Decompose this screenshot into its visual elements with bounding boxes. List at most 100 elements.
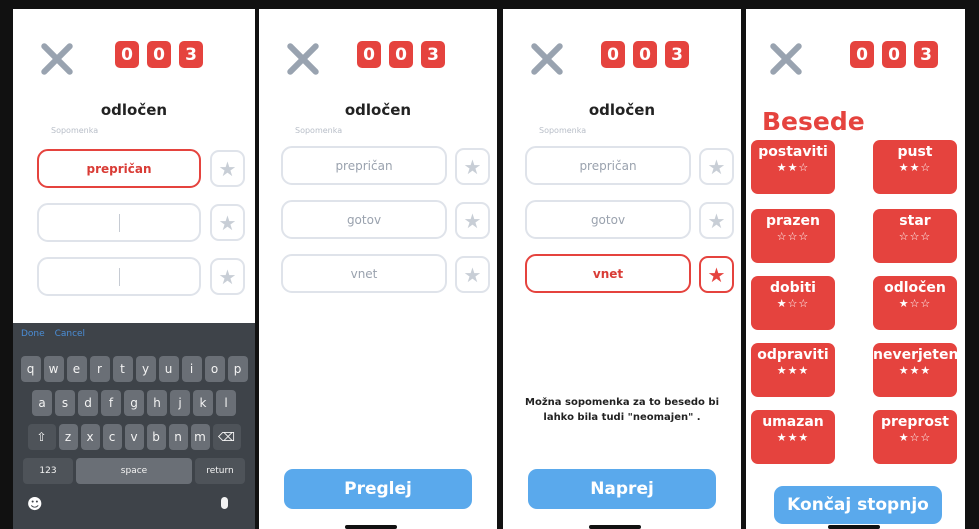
close-icon[interactable] <box>39 41 75 77</box>
word-card[interactable]: umazan ★★★ <box>751 410 835 464</box>
answer-field[interactable] <box>37 203 201 242</box>
key[interactable]: i <box>181 356 202 382</box>
star-rating: ★★★ <box>898 364 932 377</box>
card-word: preprost <box>881 414 949 430</box>
key[interactable]: p <box>227 356 248 382</box>
screen-answers-filled: 0 0 3 odločen Sopomenka prepričan ★ goto… <box>259 9 497 529</box>
score-digit: 0 <box>850 41 874 68</box>
key[interactable]: v <box>124 424 144 450</box>
key[interactable]: u <box>158 356 179 382</box>
key[interactable]: h <box>147 390 167 416</box>
key[interactable]: a <box>32 390 52 416</box>
answer-field[interactable]: vnet <box>281 254 447 293</box>
star-rating: ★☆☆ <box>898 431 932 444</box>
key[interactable]: e <box>66 356 87 382</box>
word-card[interactable]: pust ★★☆ <box>873 140 957 194</box>
done-button[interactable]: Done <box>21 329 45 339</box>
key[interactable]: f <box>101 390 121 416</box>
return-key[interactable]: return <box>195 458 245 484</box>
answer-field[interactable]: gotov <box>281 200 447 239</box>
word-card[interactable]: neverjeten ★★★ <box>873 343 958 397</box>
card-word: dobiti <box>770 280 816 296</box>
key[interactable]: j <box>170 390 190 416</box>
word-card[interactable]: star ☆☆☆ <box>873 209 957 263</box>
star-icon[interactable]: ★ <box>210 150 245 187</box>
close-icon[interactable] <box>529 41 565 77</box>
star-icon[interactable]: ★ <box>699 202 734 239</box>
star-icon[interactable]: ★ <box>455 256 490 293</box>
star-icon[interactable]: ★ <box>210 258 245 295</box>
keyboard: Done Cancel q w e r t y u i o p a s d f … <box>13 323 255 529</box>
next-button[interactable]: Naprej <box>528 469 716 509</box>
key[interactable]: n <box>168 424 188 450</box>
key[interactable]: r <box>89 356 110 382</box>
key[interactable]: k <box>193 390 213 416</box>
word-card[interactable]: dobiti ★☆☆ <box>751 276 835 330</box>
key[interactable]: d <box>78 390 98 416</box>
review-button[interactable]: Preglej <box>284 469 472 509</box>
emoji-icon[interactable]: ☻ <box>27 495 43 513</box>
score-digit: 0 <box>147 41 171 68</box>
word-card[interactable]: odločen ★☆☆ <box>873 276 957 330</box>
key[interactable]: c <box>102 424 122 450</box>
close-icon[interactable] <box>768 41 804 77</box>
answer-field[interactable]: prepričan <box>525 146 691 185</box>
numbers-key[interactable]: 123 <box>23 458 73 484</box>
key[interactable]: b <box>146 424 166 450</box>
star-rating: ★★★ <box>776 364 810 377</box>
card-word: prazen <box>766 213 820 229</box>
close-icon[interactable] <box>285 41 321 77</box>
score-digit: 3 <box>421 41 445 68</box>
card-word: pust <box>897 144 933 160</box>
key[interactable]: q <box>20 356 41 382</box>
text-cursor <box>118 267 120 286</box>
star-icon[interactable]: ★ <box>455 202 490 239</box>
keyboard-toolbar: Done Cancel <box>21 329 92 339</box>
answer-field[interactable]: prepričan <box>281 146 447 185</box>
key[interactable]: y <box>135 356 156 382</box>
key[interactable]: z <box>58 424 78 450</box>
finish-level-button[interactable]: Končaj stopnjo <box>774 486 942 524</box>
key[interactable]: w <box>43 356 64 382</box>
star-icon[interactable]: ★ <box>699 256 734 293</box>
card-word: odločen <box>884 280 946 296</box>
word-card[interactable]: prazen ☆☆☆ <box>751 209 835 263</box>
screen-answer-typing: 0 0 3 odločen Sopomenka prepričan ★ ★ ★ … <box>13 9 255 529</box>
star-icon[interactable]: ★ <box>699 148 734 185</box>
keyboard-row: a s d f g h j k l <box>13 390 255 416</box>
key[interactable]: g <box>124 390 144 416</box>
score-digit: 0 <box>601 41 625 68</box>
key[interactable]: x <box>80 424 100 450</box>
space-key[interactable]: space <box>76 458 192 484</box>
score-counter: 0 0 3 <box>850 41 938 68</box>
card-word: star <box>899 213 931 229</box>
microphone-icon[interactable] <box>221 497 228 509</box>
card-word: odpraviti <box>757 347 829 363</box>
shift-icon[interactable]: ⇧ <box>27 424 56 450</box>
key[interactable]: l <box>216 390 236 416</box>
key[interactable]: t <box>112 356 133 382</box>
answer-field[interactable]: prepričan <box>37 149 201 188</box>
word-card[interactable]: odpraviti ★★★ <box>751 343 835 397</box>
key[interactable]: m <box>190 424 210 450</box>
backspace-icon[interactable]: ⌫ <box>212 424 241 450</box>
quiz-word: odločen <box>100 101 168 119</box>
answer-field-correct[interactable]: vnet <box>525 254 691 293</box>
answer-field[interactable]: gotov <box>525 200 691 239</box>
cancel-button[interactable]: Cancel <box>55 329 86 339</box>
star-icon[interactable]: ★ <box>455 148 490 185</box>
star-rating: ★★★ <box>776 431 810 444</box>
star-icon[interactable]: ★ <box>210 204 245 241</box>
home-indicator <box>589 525 641 529</box>
synonym-label: Sopomenka <box>51 126 99 135</box>
answer-field[interactable] <box>37 257 201 296</box>
star-rating: ★★☆ <box>898 161 932 174</box>
star-rating: ☆☆☆ <box>898 230 932 243</box>
score-counter: 0 0 3 <box>357 41 445 68</box>
word-card[interactable]: preprost ★☆☆ <box>873 410 957 464</box>
key[interactable]: s <box>55 390 75 416</box>
word-card[interactable]: postaviti ★★☆ <box>751 140 835 194</box>
keyboard-row: q w e r t y u i o p <box>13 356 255 382</box>
score-digit: 0 <box>633 41 657 68</box>
key[interactable]: o <box>204 356 225 382</box>
